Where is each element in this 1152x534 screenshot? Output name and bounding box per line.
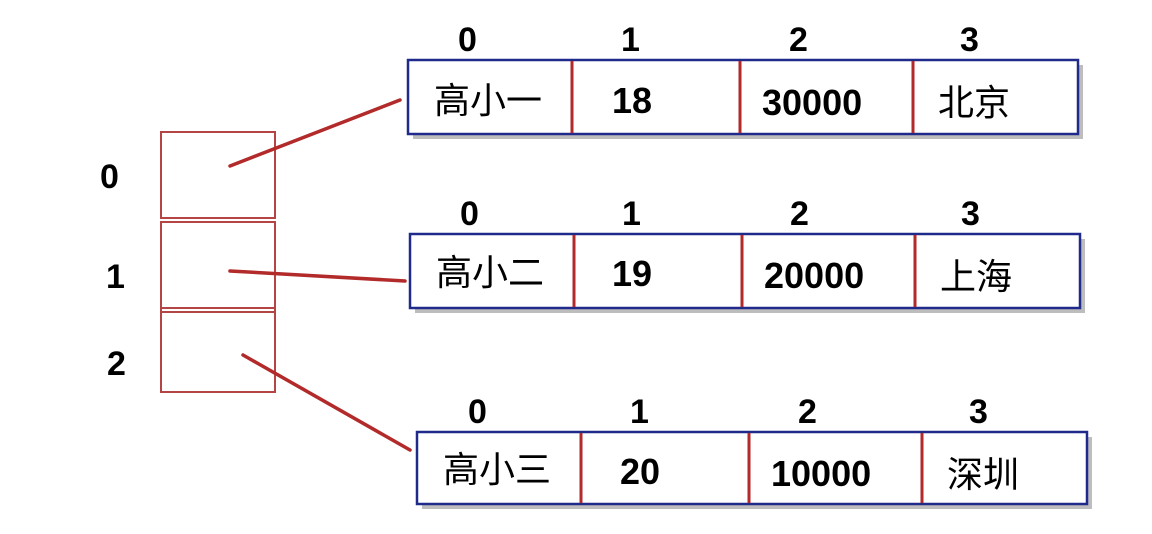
age-cell: 20 — [620, 451, 660, 492]
inner-array-2: 0 1 2 3 高小三 20 10000 深圳 — [415, 393, 1092, 509]
name-cell: 高小三 — [443, 450, 551, 491]
outer-index-0: 0 — [100, 158, 119, 196]
salary-cell: 20000 — [764, 255, 864, 296]
pointer-line-2 — [241, 353, 412, 452]
city-cell: 北京 — [938, 83, 1010, 124]
column-index: 3 — [960, 21, 979, 59]
salary-cell: 10000 — [771, 453, 871, 494]
column-index: 3 — [961, 195, 980, 233]
age-cell: 19 — [612, 253, 652, 294]
column-index: 2 — [789, 21, 808, 59]
pointers — [228, 98, 412, 452]
outer-index-2: 2 — [107, 345, 126, 383]
outer-array-cell-2 — [160, 307, 276, 393]
column-index: 0 — [458, 21, 477, 59]
column-index: 0 — [468, 393, 487, 431]
city-cell: 上海 — [940, 257, 1012, 298]
inner-array-0: 0 1 2 3 高小一 18 30000 北京 — [406, 21, 1083, 139]
pointer-line-1 — [228, 269, 407, 283]
city-cell: 深圳 — [947, 455, 1019, 496]
column-index: 1 — [630, 393, 649, 431]
inner-array-1: 0 1 2 3 高小二 19 20000 上海 — [408, 195, 1085, 313]
outer-array-cell-1 — [160, 221, 276, 309]
column-index: 1 — [622, 195, 641, 233]
column-index: 2 — [790, 195, 809, 233]
outer-array: 0 1 2 — [100, 131, 276, 393]
age-cell: 18 — [612, 80, 652, 121]
name-cell: 高小二 — [436, 253, 544, 294]
two-dimensional-array-diagram: 0 1 2 0 1 2 3 高小一 18 30000 北京 0 1 2 3 高小… — [100, 21, 1092, 509]
salary-cell: 30000 — [762, 82, 862, 123]
column-index: 0 — [460, 195, 479, 233]
name-cell: 高小一 — [434, 81, 542, 122]
column-index: 2 — [798, 393, 817, 431]
outer-array-cell-0 — [160, 131, 276, 219]
column-index: 1 — [621, 21, 640, 59]
column-index: 3 — [969, 393, 988, 431]
outer-index-1: 1 — [106, 258, 125, 296]
